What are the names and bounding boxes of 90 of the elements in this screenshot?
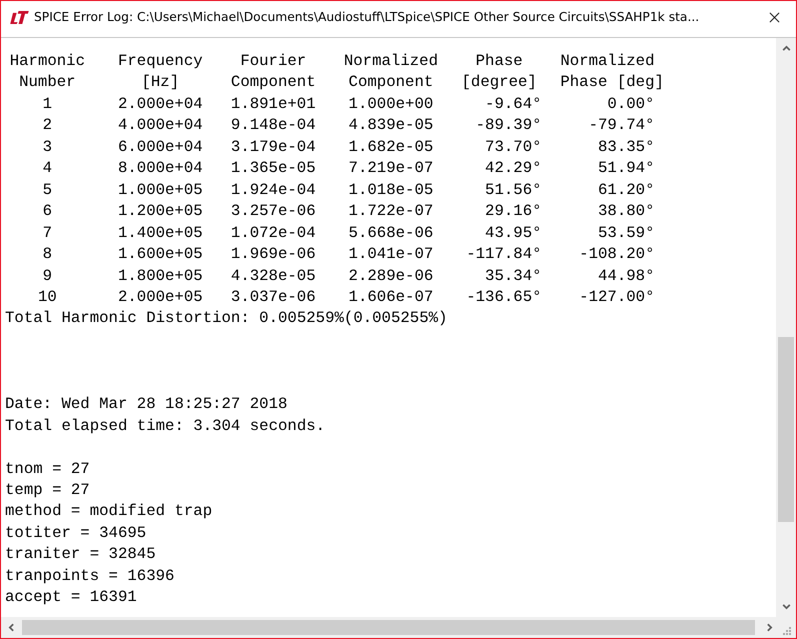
window-title: SPICE Error Log: C:\Users\Michael\Documents\Audiostuff\LTSpice\SPICE Other Source Circuits\SSAHP1k sta... xyxy=(34,10,700,24)
column-header: Normalized xyxy=(560,51,656,72)
table-cell-text: 1.682e-05 xyxy=(348,136,434,158)
table-cell-text: 1.072e-04 xyxy=(230,222,316,244)
table-cell-text: 1.722e-07 xyxy=(348,201,434,222)
log-line: Total elapsed time: 3.304 seconds. xyxy=(5,416,326,437)
table-cell-text: 1.000e+05 xyxy=(118,180,203,201)
table-cell-text: 6.000e+04 xyxy=(118,136,203,158)
table-cell-text: 43.95° xyxy=(484,222,542,244)
log-line: traniter = 32845 xyxy=(5,544,157,566)
scrollbar-thumb[interactable] xyxy=(22,620,755,635)
column-header: Component xyxy=(230,72,316,94)
table-cell-text: -108.20° xyxy=(578,244,654,266)
table-cell-text: -9.64° xyxy=(484,94,542,115)
log-line: accept = 16391 xyxy=(5,587,138,608)
table-cell-text: 1.000e+00 xyxy=(348,94,434,115)
table-cell-text: 61.20° xyxy=(597,180,654,201)
table-cell-text: 53.59° xyxy=(597,222,654,244)
table-cell-text: 51.94° xyxy=(597,158,654,180)
table-cell-text: -79.74° xyxy=(588,115,654,136)
table-cell-text: 1.606e-07 xyxy=(348,286,434,308)
table-cell-text: 44.98° xyxy=(597,266,654,287)
column-header: Frequency xyxy=(118,51,203,72)
column-header: Number xyxy=(18,72,77,94)
log-line: temp = 27 xyxy=(5,480,91,502)
table-cell-text: 7.219e-07 xyxy=(348,158,434,180)
table-cell-text: 73.70° xyxy=(484,136,542,158)
scrollbar-thumb[interactable] xyxy=(778,337,794,522)
resize-grip-icon[interactable] xyxy=(782,626,792,636)
table-cell-text: 2.000e+04 xyxy=(118,94,203,115)
table-cell-text: 3.257e-06 xyxy=(230,201,316,222)
table-cell-text: 8.000e+04 xyxy=(118,158,203,180)
table-cell-text: 6 xyxy=(42,201,54,222)
table-cell-text: 1.018e-05 xyxy=(348,180,434,201)
table-cell-text: 38.80° xyxy=(597,201,654,222)
table-cell: 4.328e-05 xyxy=(230,266,316,287)
table-cell-text: 4.839e-05 xyxy=(348,115,434,136)
table-cell-text: 1.891e+01 xyxy=(230,94,316,115)
table-cell-text: 4 xyxy=(42,158,54,180)
log-line: totiter = 34695 xyxy=(5,522,148,544)
table-cell-text: -136.65° xyxy=(465,286,542,308)
table-cell-text: 1.969e-06 xyxy=(230,244,316,266)
table-cell-text: 83.35° xyxy=(597,136,654,158)
table-cell-text: 1.041e-07 xyxy=(348,244,434,266)
column-header: Normalized xyxy=(344,51,438,72)
close-icon[interactable] xyxy=(769,12,780,22)
log-line: Total Harmonic Distortion: 0.005259%(0.005255%) xyxy=(5,308,448,330)
column-header: Component xyxy=(348,72,434,94)
table-cell-text: 7 xyxy=(42,222,54,244)
table-cell-text: -127.00° xyxy=(578,286,654,308)
column-header: [Hz] xyxy=(140,72,180,94)
table-cell-text: 2 xyxy=(42,115,54,136)
table-cell: 1.800e+05 xyxy=(118,266,203,287)
table-cell-text: 0.00° xyxy=(606,94,654,115)
log-line: Date: Wed Mar 28 18:25:27 2018 xyxy=(5,394,288,416)
column-header: Fourier xyxy=(239,51,308,72)
table-cell-text: 5.668e-06 xyxy=(348,222,434,244)
table-cell-text: 42.29° xyxy=(484,158,542,180)
table-cell-text: 9.148e-04 xyxy=(230,115,316,136)
table-cell-text: 3.179e-04 xyxy=(230,136,316,158)
table-cell-text: 2.289e-06 xyxy=(348,266,434,287)
table-cell-text: 51.56° xyxy=(484,180,542,201)
column-header: [degree] xyxy=(460,72,538,94)
table-cell-text: 3.037e-06 xyxy=(230,286,316,308)
log-line: tnom = 27 xyxy=(5,458,91,480)
table-cell-text: 9 xyxy=(42,266,54,287)
column-header: Harmonic xyxy=(8,51,86,72)
table-cell-text: 1.400e+05 xyxy=(118,222,203,244)
horizontal-scrollbar[interactable] xyxy=(1,617,796,638)
table-cell-text: 2.000e+05 xyxy=(118,286,203,308)
app-logo-icon xyxy=(10,10,29,24)
table-cell-text: 5 xyxy=(42,180,54,201)
table-cell-text: 35.34° xyxy=(484,266,542,287)
table-cell-text: -117.84° xyxy=(465,244,542,266)
table-cell-text: 8 xyxy=(42,244,54,266)
table-cell-text: 3 xyxy=(42,136,54,158)
vertical-scrollbar[interactable] xyxy=(776,38,796,617)
log-line: method = modified trap xyxy=(5,501,214,522)
log-line: tranpoints = 16396 xyxy=(5,566,176,587)
table-cell-text: 1.200e+05 xyxy=(118,201,203,222)
table-cell-text: 29.16° xyxy=(484,201,542,222)
table-cell-text: 4.000e+04 xyxy=(118,115,203,136)
table-cell-text: 1.600e+05 xyxy=(118,244,203,266)
table-cell-text: 1.365e-05 xyxy=(230,158,316,180)
table-cell-text: 1 xyxy=(42,94,54,115)
table-cell-text: -89.39° xyxy=(474,115,542,136)
column-header: Phase [deg] xyxy=(560,72,664,94)
table-cell-text: 1.924e-04 xyxy=(230,180,316,201)
table-cell-text: 10 xyxy=(36,286,58,308)
column-header: Phase xyxy=(474,51,524,72)
